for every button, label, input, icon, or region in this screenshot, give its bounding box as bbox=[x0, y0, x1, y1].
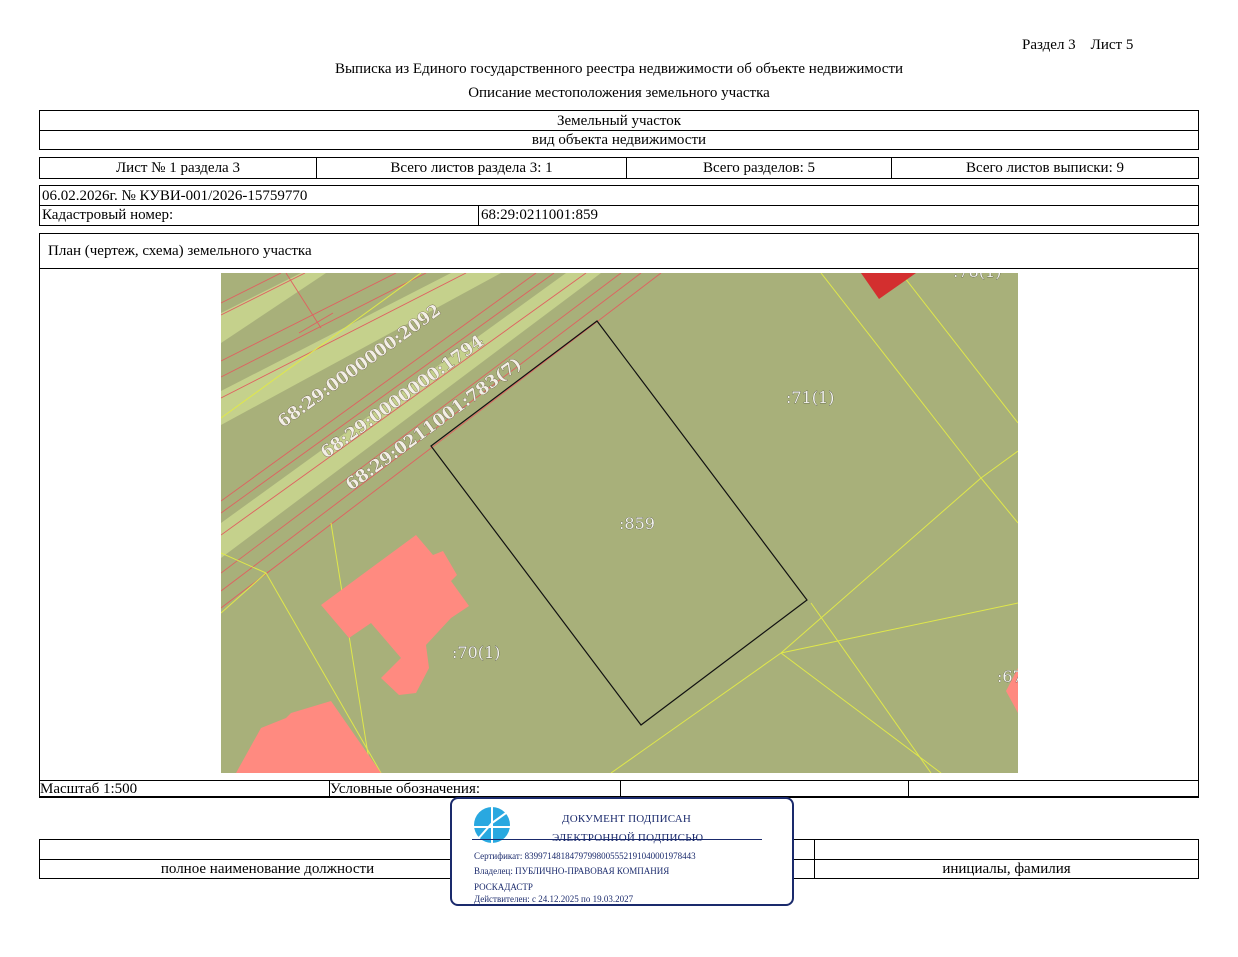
stamp-certificate: Сертификат: 8399714818479799800555219104… bbox=[474, 851, 696, 861]
stamp-owner-2: РОСКАДАСТР bbox=[474, 882, 533, 892]
cadastral-map: 68:29:0000000:2092 68:29:0000000:1794 68… bbox=[221, 273, 1018, 773]
total-sheets-extract: Всего листов выписки: 9 bbox=[966, 159, 1124, 176]
cadastral-label: Кадастровый номер: bbox=[42, 207, 174, 223]
label-parcel-top: :78(1) bbox=[953, 273, 1001, 281]
cadastral-value: 68:29:0211001:859 bbox=[481, 207, 598, 223]
sheets-row: Лист № 1 раздела 3 Всего листов раздела … bbox=[39, 157, 1199, 179]
stamp-valid: Действителен: с 24.12.2025 по 19.03.2027 bbox=[474, 894, 634, 904]
legend-label: Условные обозначения: bbox=[330, 780, 481, 797]
section-sheet: Раздел 3 Лист 5 bbox=[1022, 37, 1134, 53]
label-parcel-67: :67 bbox=[997, 667, 1018, 686]
plan-heading: План (чертеж, схема) земельного участка bbox=[48, 242, 312, 259]
stamp-line-2: ЭЛЕКТРОННОЙ ПОДПИСЬЮ bbox=[552, 832, 704, 844]
total-sheets-section: Всего листов раздела 3: 1 bbox=[390, 159, 553, 176]
object-type-block: Земельный участок вид объекта недвижимос… bbox=[39, 110, 1199, 150]
scale-label: Масштаб 1:500 bbox=[40, 780, 138, 797]
label-parcel-859: :859 bbox=[619, 514, 655, 533]
label-parcel-70: :70(1) bbox=[452, 643, 500, 662]
object-type: Земельный участок bbox=[556, 112, 682, 129]
position-caption: полное наименование должности bbox=[160, 861, 375, 877]
doc-info-block: 06.02.2026г. № КУВИ-001/2026-15759770 Ка… bbox=[39, 185, 1199, 226]
sheet-of-section: Лист № 1 раздела 3 bbox=[116, 159, 240, 176]
electronic-signature-stamp: ДОКУМЕНТ ПОДПИСАН ЭЛЕКТРОННОЙ ПОДПИСЬЮ С… bbox=[450, 797, 794, 906]
object-type-caption: вид объекта недвижимости bbox=[531, 132, 707, 148]
name-caption: инициалы, фамилия bbox=[942, 861, 1071, 877]
stamp-owner: Владелец: ПУБЛИЧНО-ПРАВОВАЯ КОМПАНИЯ bbox=[474, 866, 670, 876]
label-parcel-71: :71(1) bbox=[786, 388, 834, 407]
document-title: Выписка из Единого государственного реес… bbox=[334, 61, 904, 77]
total-sections: Всего разделов: 5 bbox=[702, 159, 816, 176]
date-number: 06.02.2026г. № КУВИ-001/2026-15759770 bbox=[42, 187, 308, 204]
scale-legend-row: Масштаб 1:500 Условные обозначения: bbox=[39, 780, 1199, 798]
stamp-line-1: ДОКУМЕНТ ПОДПИСАН bbox=[562, 813, 692, 825]
document-subtitle: Описание местоположения земельного участ… bbox=[468, 85, 770, 101]
